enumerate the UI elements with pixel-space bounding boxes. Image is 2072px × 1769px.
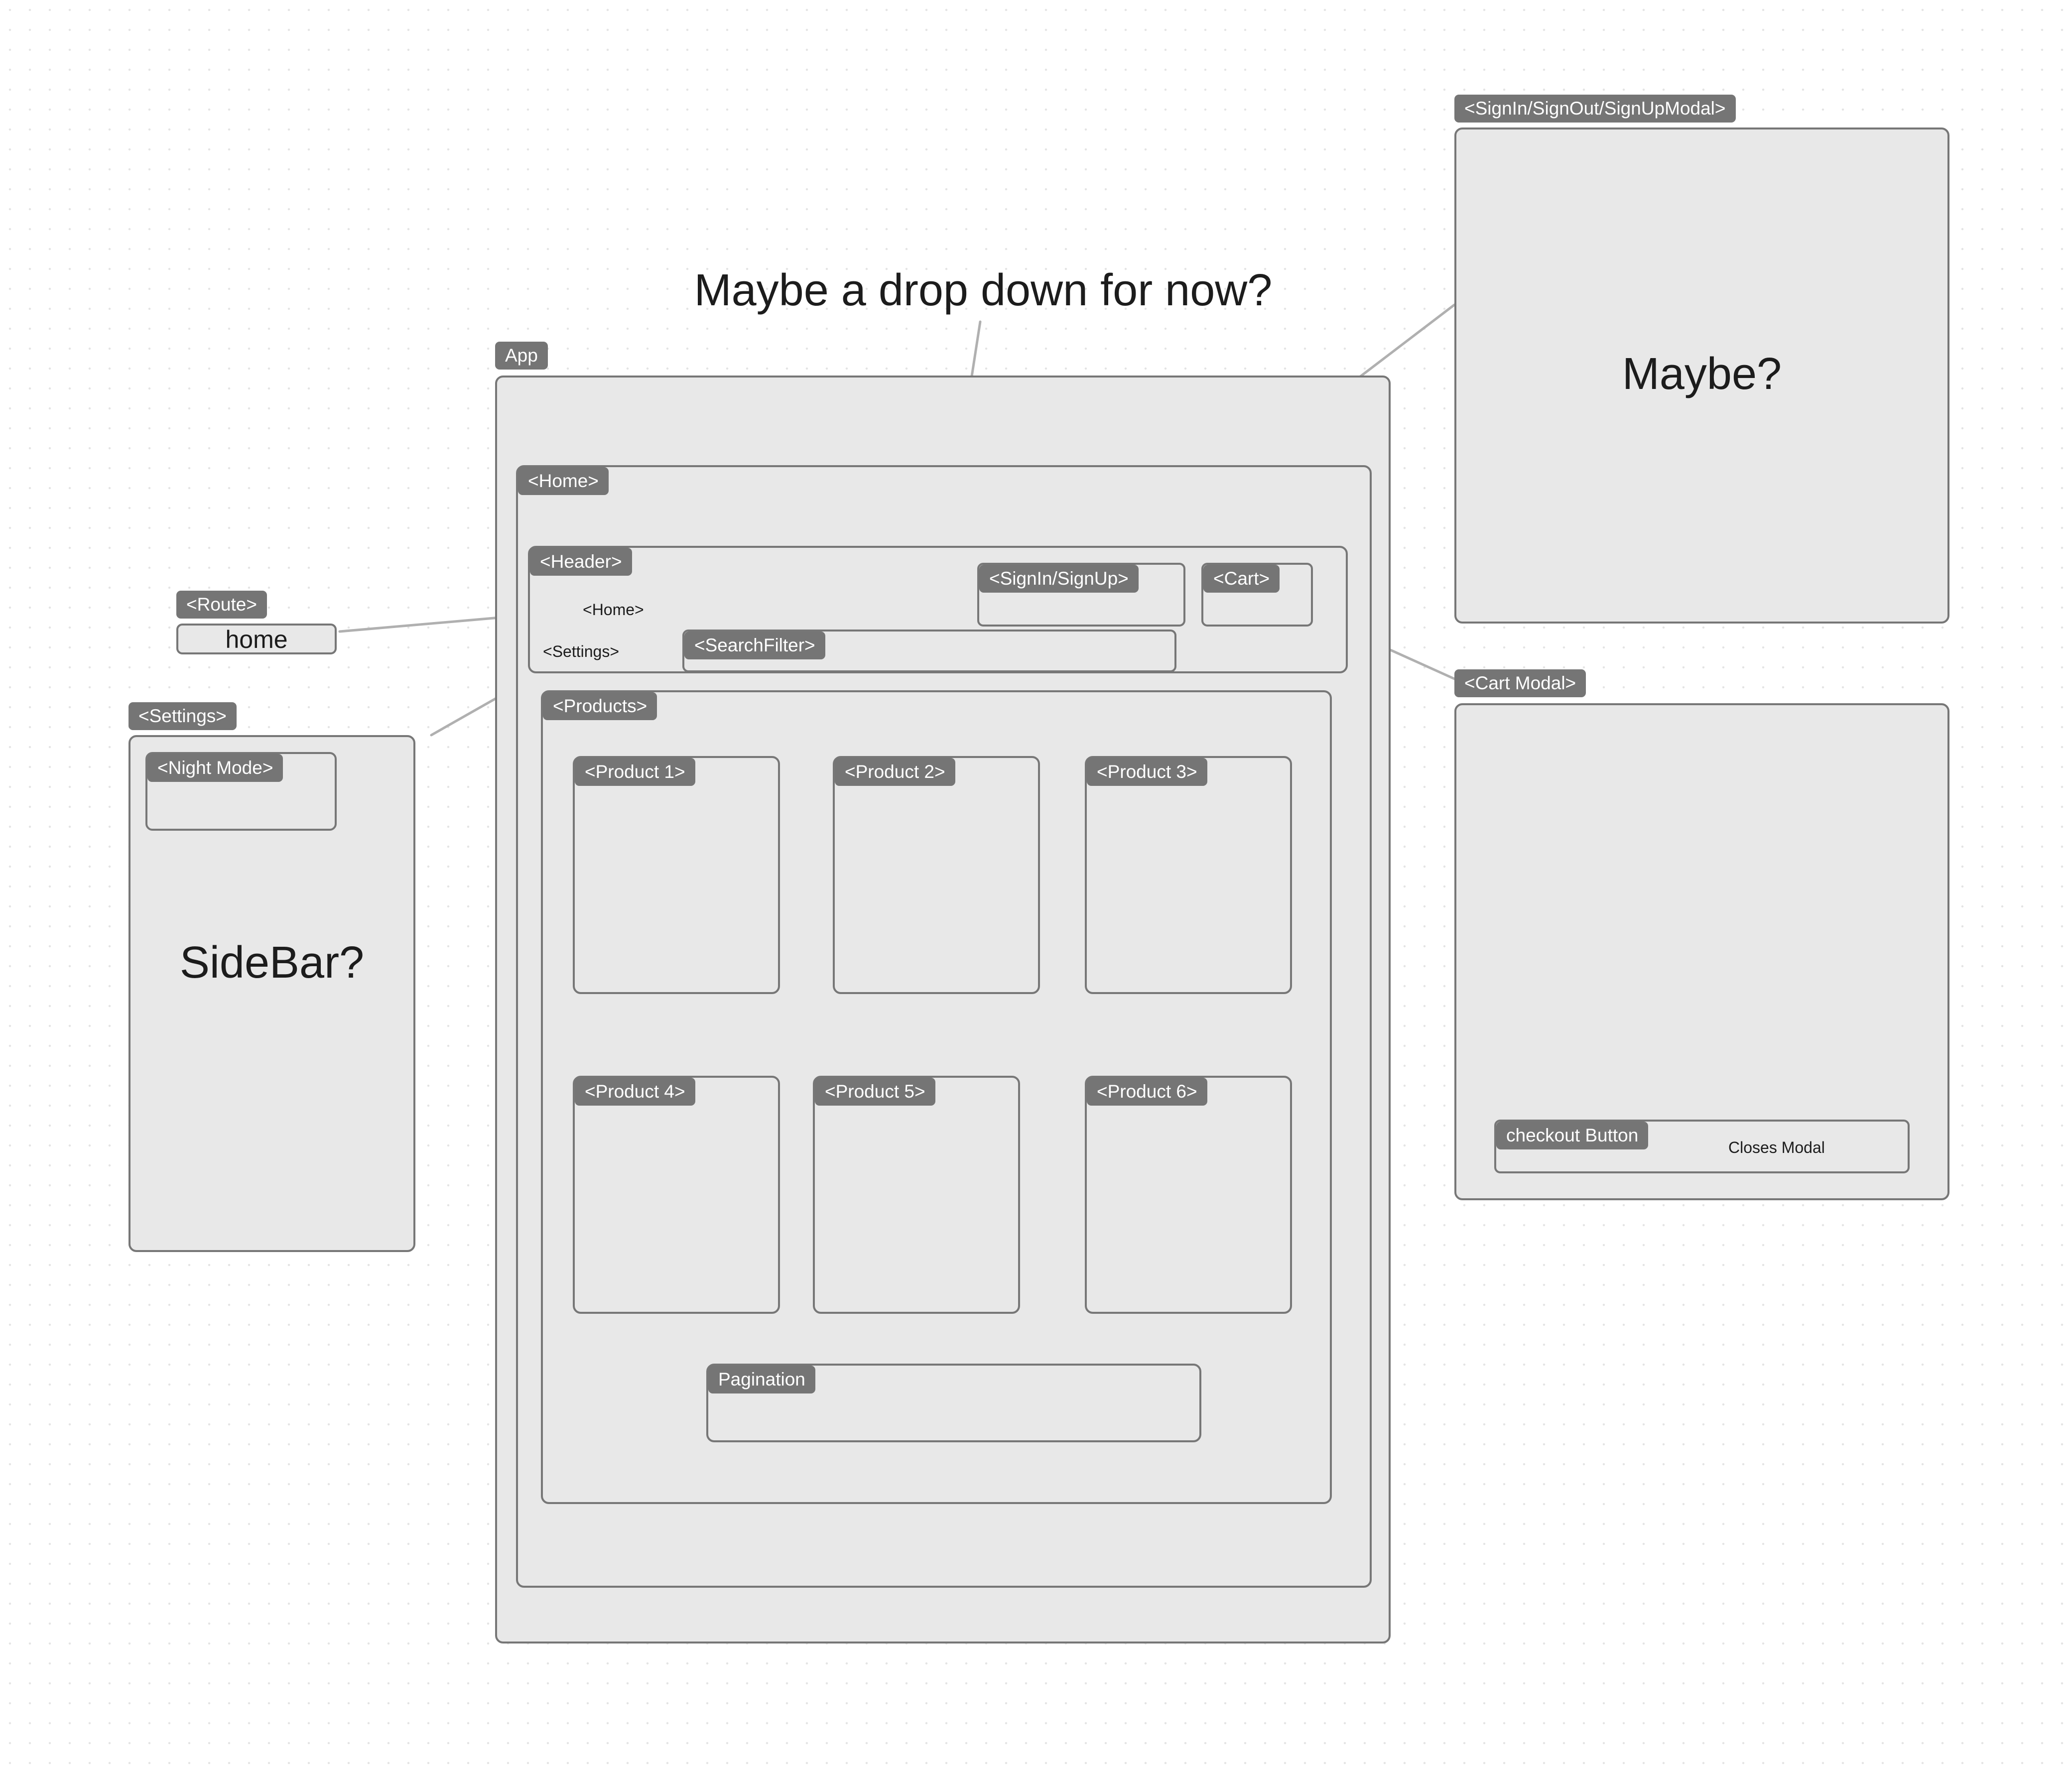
app-tag: App [495, 342, 548, 370]
signin-signup-button[interactable]: <SignIn/SignUp> [977, 563, 1185, 627]
cart-tag: <Cart> [1203, 565, 1280, 593]
product-card[interactable]: <Product 6> [1085, 1076, 1292, 1314]
pagination[interactable]: Pagination [706, 1364, 1201, 1442]
closes-modal-note: Closes Modal [1728, 1138, 1825, 1156]
home-tag: <Home> [518, 467, 609, 495]
home-link[interactable]: <Home> [583, 601, 644, 619]
product-card-tag: <Product 4> [575, 1078, 695, 1106]
checkout-button[interactable]: checkout Button Closes Modal [1494, 1120, 1910, 1173]
modal-note: Maybe? [1622, 349, 1782, 399]
sidebar-note: SideBar? [179, 938, 365, 988]
cart-modal: checkout Button Closes Modal [1454, 703, 1949, 1200]
night-mode-tag: <Night Mode> [147, 754, 283, 782]
header-tag: <Header> [530, 548, 632, 576]
auth-modal: Maybe? [1454, 127, 1949, 624]
app-container: <Home> <Header> <Home> <Settings> <SignI… [495, 376, 1391, 1643]
product-card-tag: <Product 2> [835, 758, 955, 786]
checkout-button-tag: checkout Button [1496, 1122, 1649, 1149]
cart-modal-tag: <Cart Modal> [1454, 669, 1586, 697]
product-card[interactable]: <Product 5> [813, 1076, 1020, 1314]
product-card-tag: <Product 5> [815, 1078, 935, 1106]
product-card[interactable]: <Product 4> [573, 1076, 780, 1314]
home-container: <Home> <Header> <Home> <Settings> <SignI… [516, 465, 1372, 1588]
product-card-tag: <Product 6> [1087, 1078, 1207, 1106]
settings-link[interactable]: <Settings> [543, 642, 619, 661]
search-filter[interactable]: <SearchFilter> [682, 630, 1176, 672]
product-card-tag: <Product 3> [1087, 758, 1207, 786]
product-card-tag: <Product 1> [575, 758, 695, 786]
product-card[interactable]: <Product 3> [1085, 756, 1292, 994]
pagination-tag: Pagination [708, 1366, 815, 1393]
search-filter-tag: <SearchFilter> [684, 632, 825, 659]
settings-panel: <Night Mode> SideBar? [129, 735, 415, 1252]
signin-signup-tag: <SignIn/SignUp> [979, 565, 1139, 593]
dropdown-note: Maybe a drop down for now? [694, 265, 1273, 315]
cart-button[interactable]: <Cart> [1201, 563, 1313, 627]
product-card[interactable]: <Product 2> [833, 756, 1040, 994]
route-tag: <Route> [176, 591, 267, 619]
products-tag: <Products> [543, 692, 657, 720]
products-container: <Products> <Product 1> <Product 2> <Prod… [541, 690, 1332, 1504]
settings-panel-tag: <Settings> [129, 702, 237, 730]
route-value: home [225, 626, 288, 653]
auth-modal-tag: <SignIn/SignOut/SignUpModal> [1454, 95, 1736, 123]
night-mode-toggle[interactable]: <Night Mode> [145, 752, 337, 831]
product-card[interactable]: <Product 1> [573, 756, 780, 994]
header-container: <Header> <Home> <Settings> <SignIn/SignU… [528, 546, 1348, 673]
route-home-box: home [176, 624, 337, 654]
